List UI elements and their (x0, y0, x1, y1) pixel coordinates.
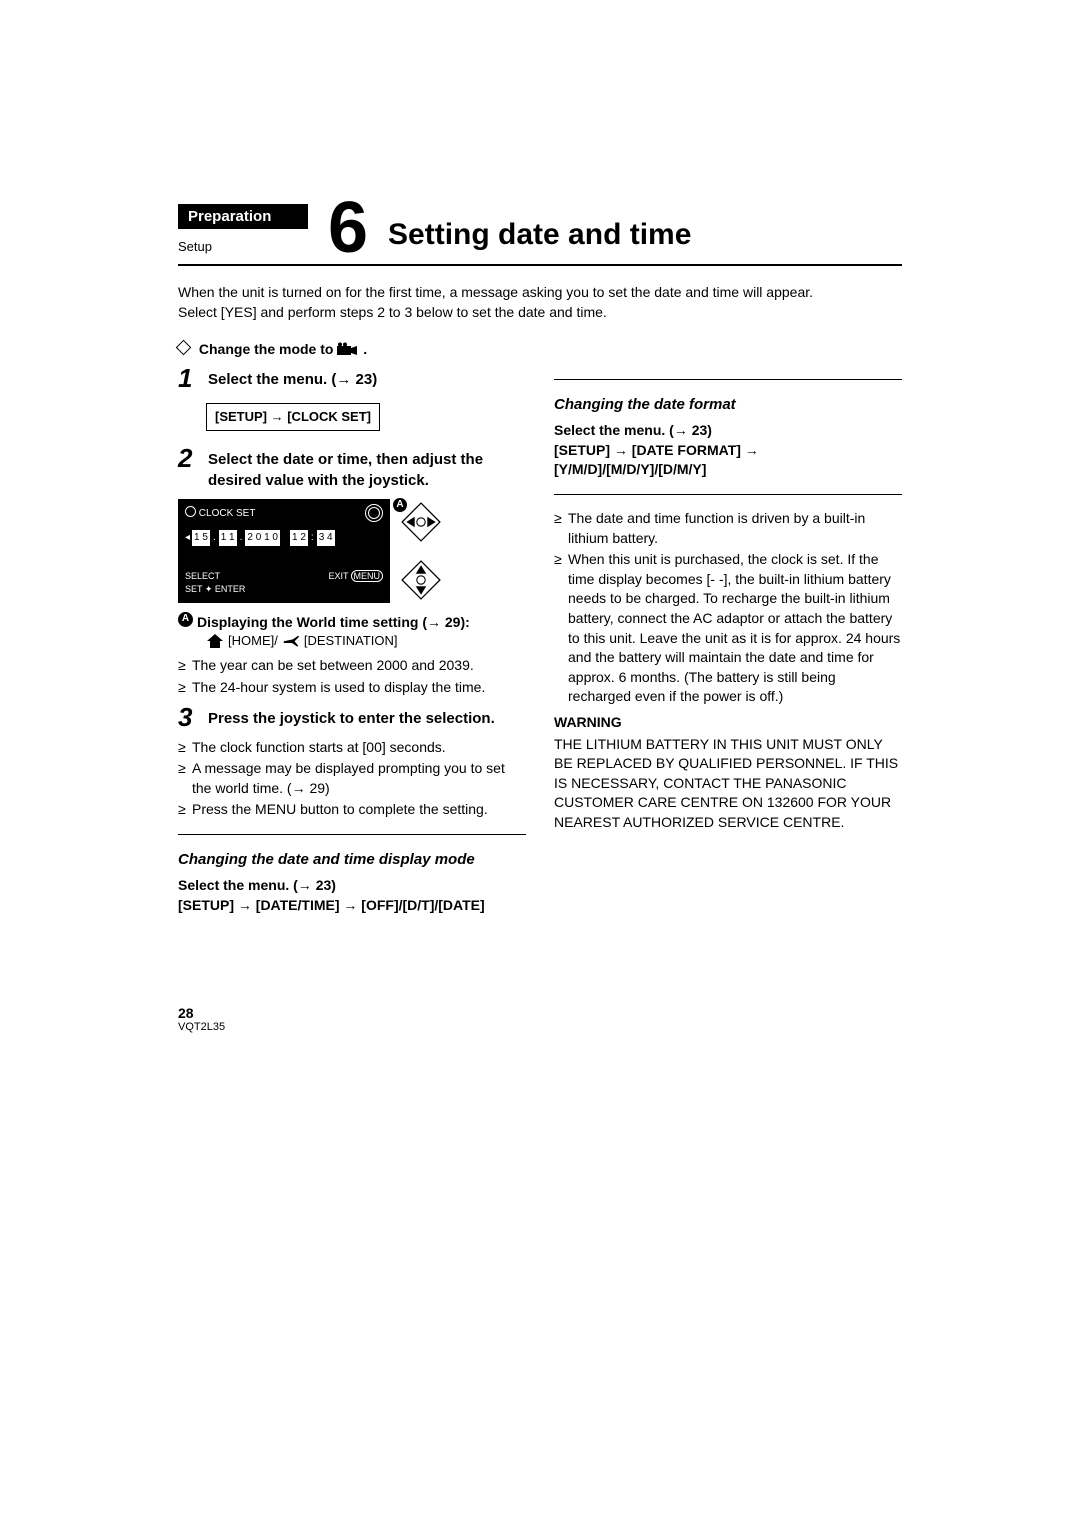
intro-line-2: Select [YES] and perform steps 2 to 3 be… (178, 302, 902, 322)
date-time-cells: ◂ 1 5 . 1 1 . 2 0 1 0 1 2 : 3 4 (179, 526, 389, 550)
home-text: [HOME]/ (228, 632, 278, 650)
manual-page: Preparation Setup 6 Setting date and tim… (0, 0, 1080, 1093)
bullet-clock-00: The clock function starts at [00] second… (178, 738, 526, 758)
dateformat-heading: Changing the date format (554, 394, 902, 415)
header-rule (178, 264, 902, 266)
cell-year: 2 0 1 0 (245, 530, 280, 546)
page-number: 28 (178, 1005, 902, 1021)
page-footer: 28 VQT2L35 (178, 1005, 902, 1033)
left-bullets-1: The year can be set between 2000 and 203… (178, 656, 526, 697)
world-time-indicator: A (365, 504, 383, 522)
cell-month: 1 1 (219, 530, 237, 546)
page-header: Preparation Setup 6 Setting date and tim… (178, 200, 902, 254)
datetime-mode-line2: [SETUP] → [DATE/TIME] → [OFF]/[D/T]/[DAT… (178, 896, 526, 916)
right-bullets: The date and time function is driven by … (554, 509, 902, 707)
bullet-press-menu: Press the MENU button to complete the se… (178, 800, 526, 820)
bullet-24h: The 24-hour system is used to display th… (178, 678, 526, 698)
datetime-mode-heading: Changing the date and time display mode (178, 849, 526, 870)
right-column: Changing the date format Select the menu… (554, 365, 902, 915)
step-1-number: 1 (178, 365, 200, 391)
clock-set-titlebar: CLOCK SET A (179, 500, 389, 526)
divider-right-1 (554, 379, 902, 380)
step-3-number: 3 (178, 704, 200, 730)
change-mode-line: Change the mode to . (178, 340, 902, 357)
cell-hour: 1 2 (290, 530, 308, 546)
menu-path-clock-set: [SETUP] → [CLOCK SET] (206, 403, 380, 431)
clock-set-screen: CLOCK SET A ◂ 1 5 . 1 1 (178, 499, 390, 602)
globe-icon (365, 504, 383, 522)
dateformat-line2: [SETUP] → [DATE FORMAT] → [Y/M/D]/[M/D/Y… (554, 441, 902, 480)
preparation-badge: Preparation (178, 204, 308, 229)
step-1: 1 Select the menu. (→ 23) (178, 365, 526, 391)
bullet-recharge-info: When this unit is purchased, the clock i… (554, 550, 902, 707)
callout-letter-inline-a: A (178, 612, 193, 627)
left-column: 1 Select the menu. (→ 23) [SETUP] → [CLO… (178, 365, 526, 915)
step-3-text: Press the joystick to enter the selectio… (208, 704, 495, 729)
callout-a: A (393, 498, 407, 512)
bullet-world-time-prompt: A message may be displayed prompting you… (178, 759, 526, 798)
period: . (363, 341, 367, 357)
change-mode-text: Change the mode to (199, 341, 337, 357)
chapter-number: 6 (328, 200, 368, 258)
world-time-setting-label: A Displaying the World time setting (→ 2… (178, 613, 526, 633)
callout-letter-a: A (393, 498, 407, 512)
divider-left-1 (178, 834, 526, 835)
warning-heading: WARNING (554, 713, 902, 733)
clock-set-title-text: CLOCK SET (185, 505, 255, 521)
home-destination-line: [HOME]/ [DESTINATION] (206, 632, 526, 650)
exit-menu: EXITMENU (328, 570, 383, 595)
dateformat-line1: Select the menu. (→ 23) (554, 421, 902, 441)
divider-right-2 (554, 494, 902, 495)
step-2: 2 Select the date or time, then adjust t… (178, 445, 526, 491)
page-title: Setting date and time (388, 218, 691, 252)
airplane-icon (282, 633, 300, 649)
cell-minute: 3 4 (317, 530, 335, 546)
world-time-setting-text: Displaying the World time setting (→ 29)… (197, 613, 470, 633)
step-2-text: Select the date or time, then adjust the… (208, 445, 526, 491)
bullet-year-range: The year can be set between 2000 and 203… (178, 656, 526, 676)
step-2-number: 2 (178, 445, 200, 471)
select-set-enter: SELECT SET ✦ ENTER (185, 570, 245, 595)
after-step3-bullets: The clock function starts at [00] second… (178, 738, 526, 820)
joystick-up-down-icon (400, 559, 442, 601)
step-3: 3 Press the joystick to enter the select… (178, 704, 526, 730)
document-id: VQT2L35 (178, 1021, 902, 1033)
intro-text: When the unit is turned on for the first… (178, 282, 902, 323)
setup-label: Setup (178, 239, 308, 254)
destination-text: [DESTINATION] (304, 632, 398, 650)
bullet-lithium-driven: The date and time function is driven by … (554, 509, 902, 548)
joystick-hints (400, 501, 442, 601)
intro-line-1: When the unit is turned on for the first… (178, 282, 902, 302)
datetime-mode-line1: Select the menu. (→ 23) (178, 876, 526, 896)
two-column-layout: 1 Select the menu. (→ 23) [SETUP] → [CLO… (178, 365, 902, 915)
home-icon (206, 633, 224, 649)
video-mode-icon (337, 342, 359, 356)
section-labels: Preparation Setup (178, 204, 308, 254)
warning-text: THE LITHIUM BATTERY IN THIS UNIT MUST ON… (554, 735, 902, 833)
clock-set-figure: CLOCK SET A ◂ 1 5 . 1 1 (178, 499, 526, 602)
cell-day: 1 5 (192, 530, 210, 546)
step-1-text: Select the menu. (→ 23) (208, 365, 377, 390)
clock-set-footer: SELECT SET ✦ ENTER EXITMENU (179, 568, 389, 601)
